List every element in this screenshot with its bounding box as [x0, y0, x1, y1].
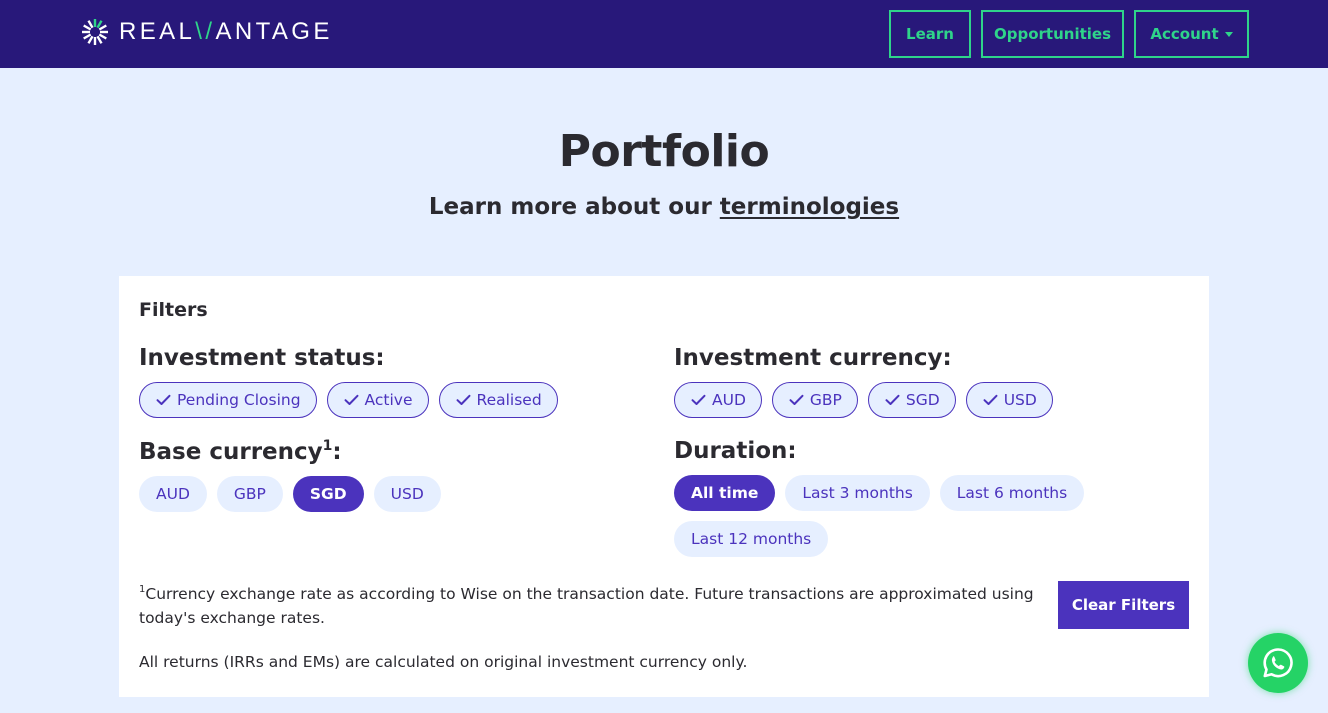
- caret-down-icon: [1224, 31, 1233, 37]
- investment-currency-chip-sgd[interactable]: SGD: [867, 382, 956, 418]
- label-colon: :: [332, 439, 342, 465]
- top-navbar: REAL\/ANTAGE Learn Opportunities Account: [0, 0, 1328, 68]
- chip-label: AUD: [712, 391, 746, 409]
- chip-label: Realised: [476, 391, 542, 409]
- page-subtitle: Learn more about our terminologies: [0, 194, 1328, 220]
- nav-account-dropdown[interactable]: Account: [1134, 10, 1249, 58]
- duration-chip-all-time[interactable]: All time: [674, 475, 776, 511]
- duration-chip-last-3-months[interactable]: Last 3 months: [785, 475, 930, 511]
- status-chip-pending-closing[interactable]: Pending Closing: [139, 382, 317, 418]
- terminologies-link[interactable]: terminologies: [720, 194, 899, 220]
- duration-chip-last-6-months[interactable]: Last 6 months: [939, 475, 1085, 511]
- main-nav: Learn Opportunities Account: [889, 10, 1249, 58]
- investment-currency-group: Investment currency: AUD GBP SGD USD: [674, 345, 1053, 418]
- chip-label: Active: [364, 391, 413, 409]
- nav-opportunities-button[interactable]: Opportunities: [981, 10, 1124, 58]
- logo-wordmark: REAL\/ANTAGE: [119, 18, 333, 46]
- base-currency-chip-gbp[interactable]: GBP: [216, 476, 283, 512]
- returns-note: All returns (IRRs and EMs) are calculate…: [139, 653, 748, 671]
- account-label: Account: [1150, 25, 1219, 43]
- chip-label: Pending Closing: [177, 391, 301, 409]
- investment-currency-chip-gbp[interactable]: GBP: [771, 382, 858, 418]
- duration-chip-last-12-months[interactable]: Last 12 months: [674, 521, 829, 557]
- duration-label: Duration:: [674, 438, 797, 464]
- base-currency-chip-aud[interactable]: AUD: [139, 476, 207, 512]
- chip-label: SGD: [905, 391, 940, 409]
- realvantage-logo[interactable]: REAL\/ANTAGE: [79, 16, 333, 48]
- investment-currency-chip-usd[interactable]: USD: [965, 382, 1053, 418]
- whatsapp-chat-button[interactable]: [1248, 633, 1308, 693]
- base-currency-chip-sgd[interactable]: SGD: [292, 476, 364, 512]
- whatsapp-icon: [1263, 648, 1293, 678]
- investment-currency-chip-aud[interactable]: AUD: [674, 382, 762, 418]
- logo-text-v: \/: [195, 18, 216, 45]
- investment-currency-chips: AUD GBP SGD USD: [674, 382, 1053, 418]
- currency-footnote: 1Currency exchange rate as according to …: [139, 582, 1039, 630]
- base-currency-group: Base currency1: AUD GBP SGD USD: [139, 438, 441, 512]
- chip-label: GBP: [809, 391, 842, 409]
- base-currency-label-text: Base currency: [139, 439, 323, 465]
- logo-text-real: REAL: [119, 18, 196, 45]
- page-title: Portfolio: [558, 126, 770, 177]
- filters-card: Filters Investment status: Pending Closi…: [119, 276, 1209, 697]
- clear-filters-button[interactable]: Clear Filters: [1058, 581, 1189, 629]
- checkmark-icon: [456, 394, 471, 406]
- subtitle-text: Learn more about our: [428, 194, 720, 220]
- duration-group: Duration: All time Last 3 months Last 6 mo…: [674, 438, 1094, 557]
- investment-status-group: Investment status: Pending Closing Active…: [139, 345, 558, 418]
- base-currency-label: Base currency1:: [139, 438, 441, 465]
- investment-status-label: Investment status:: [139, 345, 385, 371]
- starburst-logo-icon: [82, 19, 108, 45]
- checkmark-icon: [344, 394, 359, 406]
- investment-currency-label: Investment currency:: [674, 345, 952, 371]
- logo-text-antage: ANTAGE: [215, 18, 333, 45]
- filters-title: Filters: [139, 299, 208, 321]
- checkmark-icon: [691, 394, 706, 406]
- footnote-text: Currency exchange rate as according to W…: [139, 585, 1034, 627]
- checkmark-icon: [885, 394, 900, 406]
- status-chip-realised[interactable]: Realised: [438, 382, 558, 418]
- nav-learn-button[interactable]: Learn: [889, 10, 971, 58]
- duration-chips: All time Last 3 months Last 6 months Last 1…: [674, 475, 1094, 557]
- investment-status-chips: Pending Closing Active Realised: [139, 382, 558, 418]
- status-chip-active[interactable]: Active: [326, 382, 429, 418]
- checkmark-icon: [983, 394, 998, 406]
- footnote-marker: 1: [322, 438, 333, 454]
- checkmark-icon: [789, 394, 804, 406]
- base-currency-chip-usd[interactable]: USD: [373, 476, 441, 512]
- base-currency-chips: AUD GBP SGD USD: [139, 476, 441, 512]
- chip-label: USD: [1003, 391, 1037, 409]
- checkmark-icon: [156, 394, 171, 406]
